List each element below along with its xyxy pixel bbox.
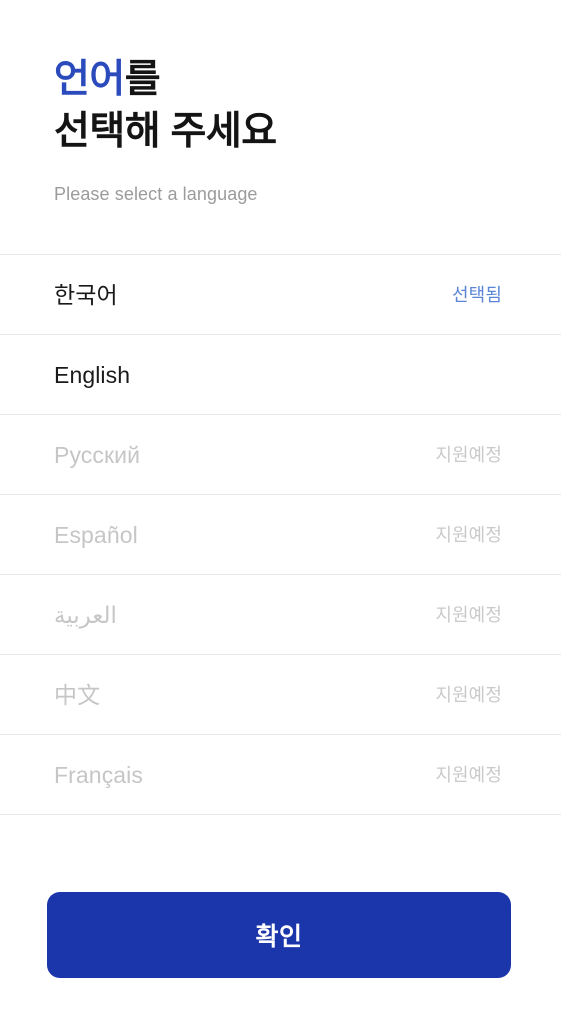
status-badge: 지원예정 <box>435 524 502 545</box>
language-row-chinese: 中文 지원예정 <box>0 655 561 735</box>
status-badge: 선택됨 <box>452 284 502 305</box>
confirm-button[interactable]: 확인 <box>47 892 511 978</box>
language-row-russian: Русский 지원예정 <box>0 415 561 495</box>
language-list: 한국어 선택됨 English Русский 지원예정 Español 지원예… <box>0 254 561 815</box>
language-name: Русский <box>54 441 141 468</box>
language-row-french: Français 지원예정 <box>0 735 561 815</box>
page-title-line-1: 언어를 <box>54 54 507 106</box>
page-title-accent: 언어 <box>54 58 125 101</box>
language-name: English <box>54 361 131 388</box>
language-selection-screen: 언어를 선택해 주세요 Please select a language 한국어… <box>0 0 561 1024</box>
status-badge: 지원예정 <box>435 684 502 705</box>
language-row-arabic: العربية 지원예정 <box>0 575 561 655</box>
page-title-line-1-rest: 를 <box>124 58 161 101</box>
status-badge: 지원예정 <box>435 764 502 785</box>
language-name: Español <box>54 521 138 548</box>
language-row-spanish: Español 지원예정 <box>0 495 561 575</box>
page-title-line-2: 선택해 주세요 <box>54 110 277 153</box>
footer: 확인 <box>0 815 561 1024</box>
language-row-korean[interactable]: 한국어 선택됨 <box>0 255 561 335</box>
page-title: 언어를 선택해 주세요 <box>54 54 507 158</box>
language-name: 한국어 <box>54 281 118 308</box>
language-name: Français <box>54 761 143 788</box>
language-name: 中文 <box>54 681 101 708</box>
page-subtitle: Please select a language <box>54 184 258 204</box>
language-row-english[interactable]: English <box>0 335 561 415</box>
page-header: 언어를 선택해 주세요 Please select a language <box>0 0 561 205</box>
status-badge: 지원예정 <box>435 604 502 625</box>
language-name: العربية <box>54 601 117 628</box>
status-badge: 지원예정 <box>435 444 502 465</box>
